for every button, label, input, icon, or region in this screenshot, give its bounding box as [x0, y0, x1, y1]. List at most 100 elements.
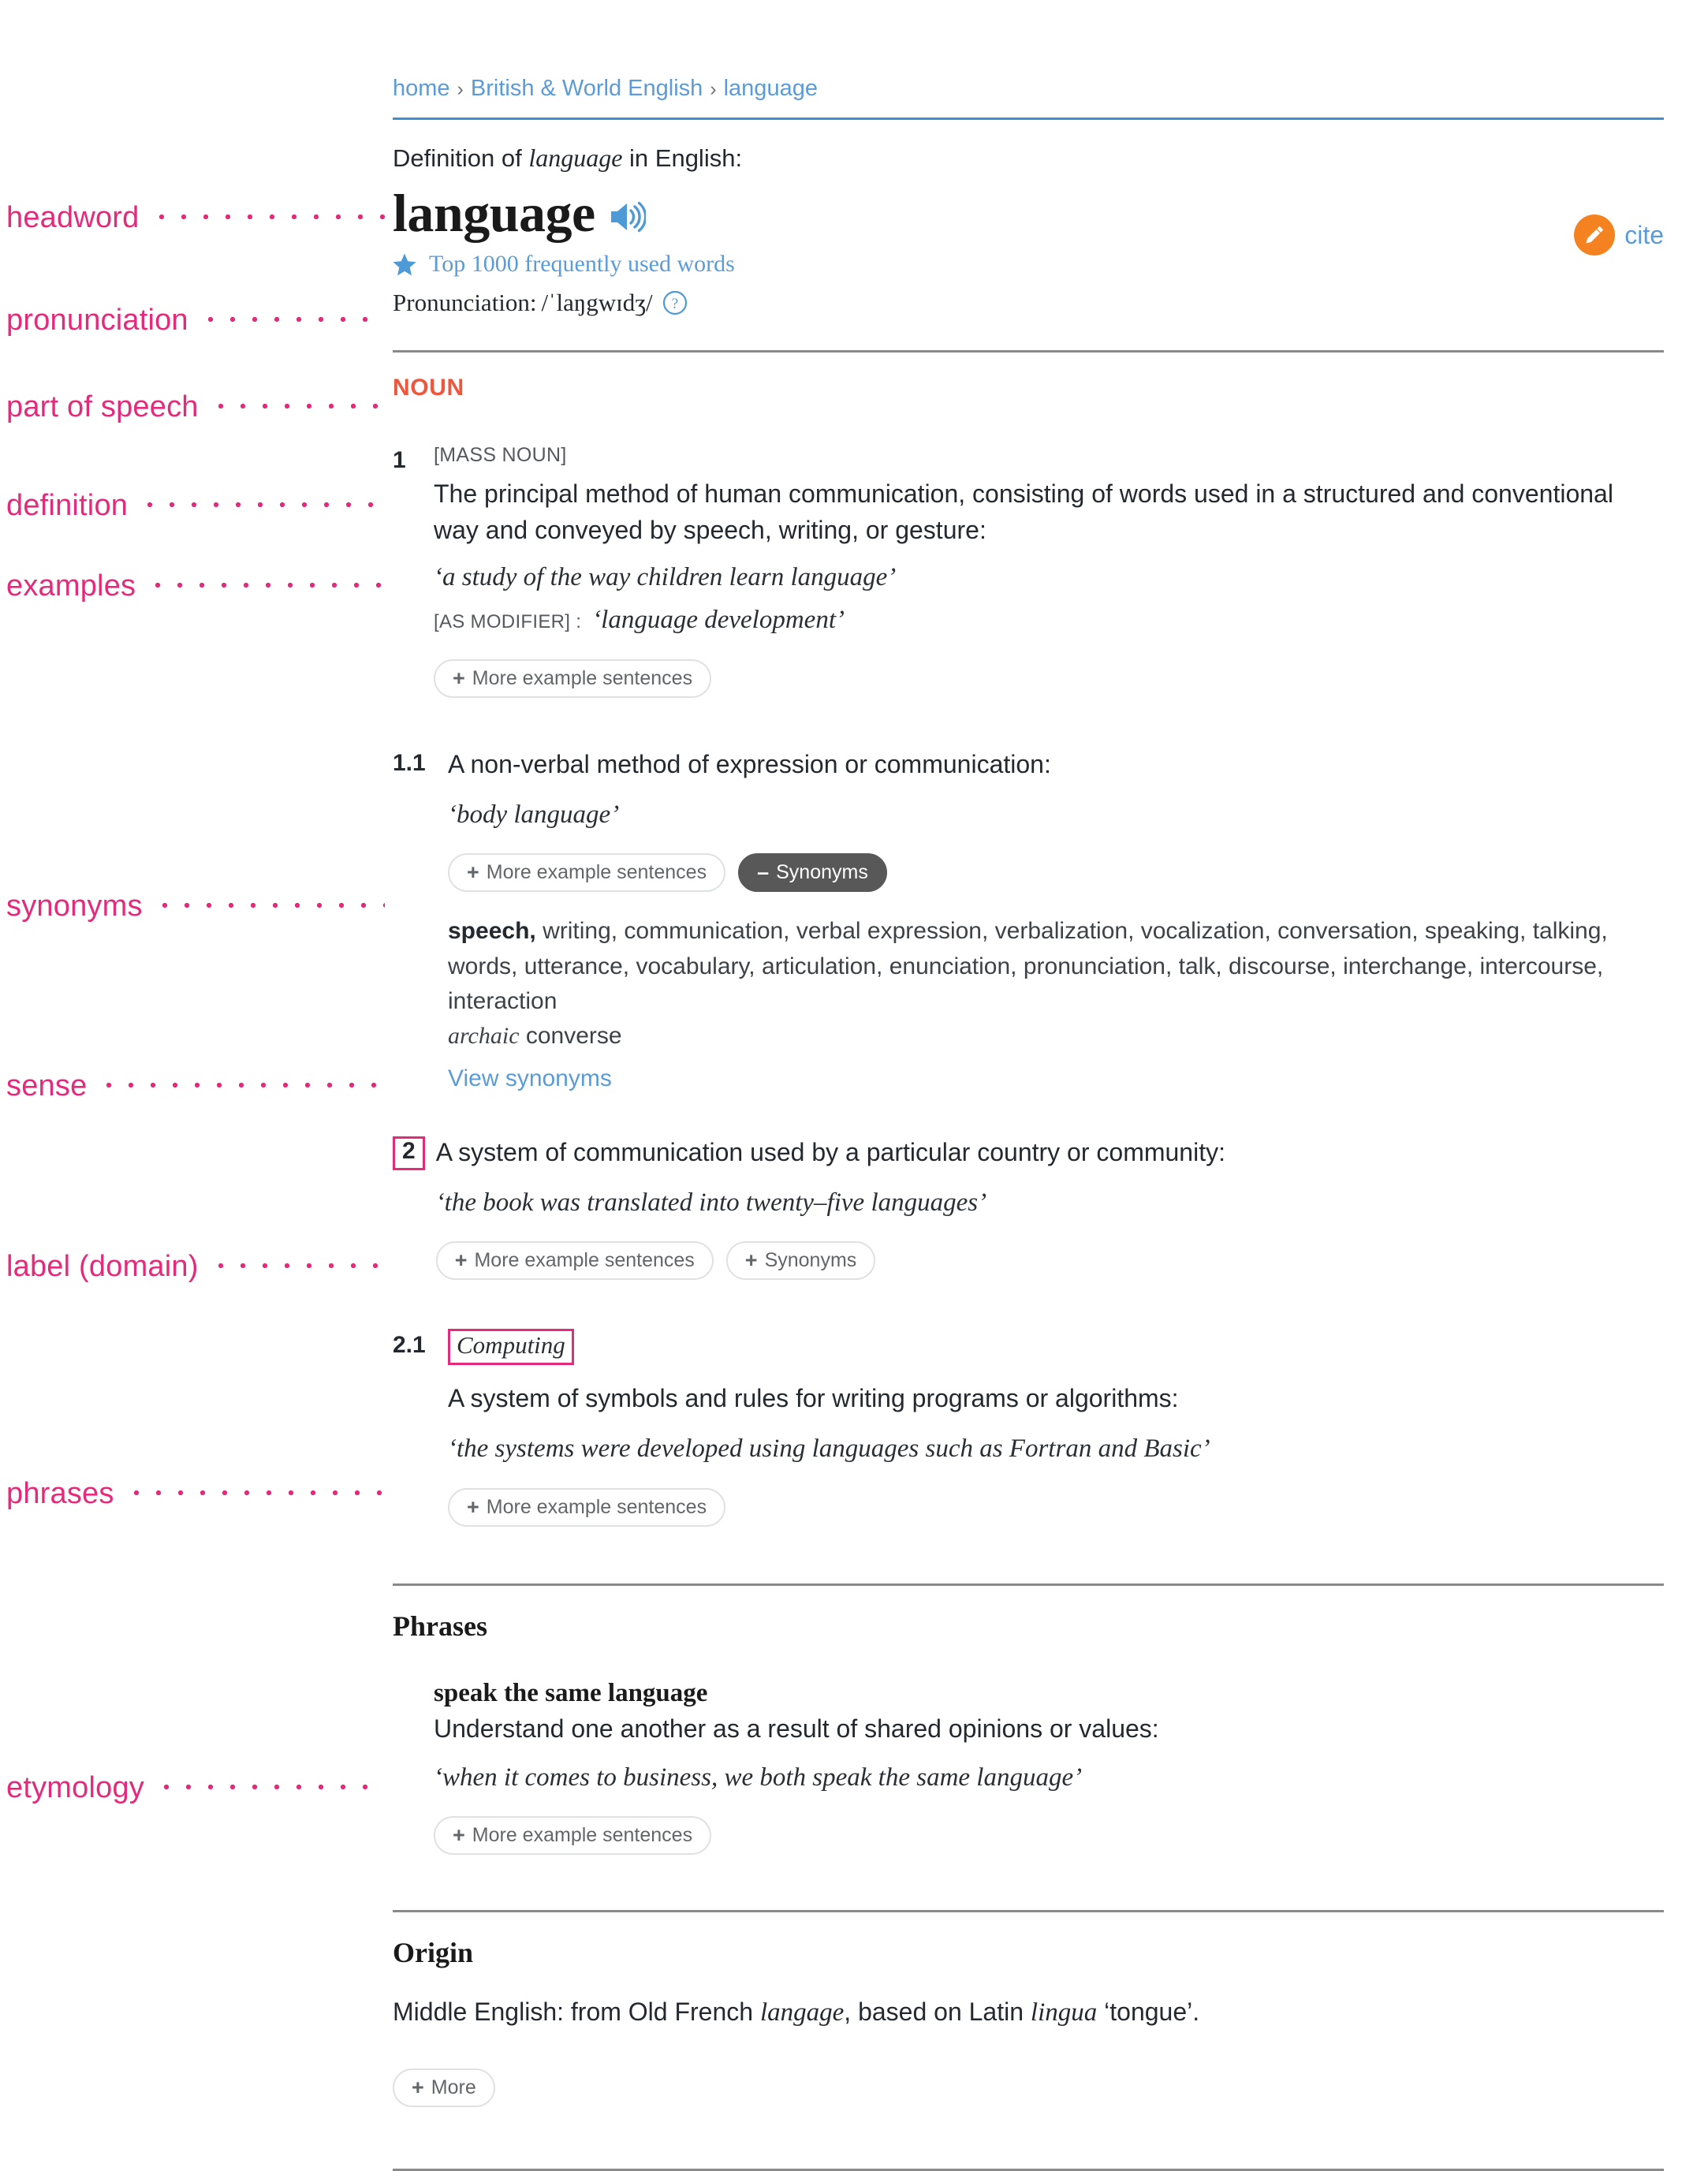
- sense-1-definition: The principal method of human communicat…: [434, 479, 1613, 544]
- sense-1: 1 [MASS NOUN] The principal method of hu…: [393, 444, 1664, 698]
- sense-1-1-number: 1.1: [393, 749, 426, 776]
- plus-icon: +: [412, 2076, 424, 2100]
- annotation-pronunciation-label: pronunciation: [6, 304, 188, 337]
- phrase-button-row: + More example sentences: [434, 1816, 1664, 1856]
- synonyms-label: Synonyms: [764, 1249, 857, 1272]
- sense-2: 2 A system of communication used by a pa…: [393, 1135, 1664, 1281]
- annotation-part-of-speech-label: part of speech: [6, 390, 199, 423]
- phrase-definition: Understand one another as a result of sh…: [434, 1714, 1159, 1743]
- sense-2-1-row: 2.1 Computing A system of symbols and ru…: [393, 1329, 1664, 1527]
- cite-control[interactable]: cite: [1574, 214, 1664, 256]
- sense-2-example-1: ‘the book was translated into twenty–fiv…: [435, 1188, 987, 1218]
- entry-content: home › British & World English › language De…: [393, 0, 1664, 2171]
- origin-heading: Origin: [393, 1937, 474, 1969]
- sense-1-modifier-example-row: [AS MODIFIER] : ‘language development’: [434, 602, 1664, 638]
- sense-2-button-row: + More example sentences + Synonyms: [435, 1241, 1664, 1281]
- leader-dots: [98, 1081, 385, 1089]
- svg-text:?: ?: [671, 296, 677, 312]
- dictionary-entry-page: headword pronunciation part of speech de…: [0, 0, 1708, 2171]
- more-button[interactable]: + More: [393, 2068, 495, 2108]
- annotation-etymology: etymology: [0, 1771, 393, 1805]
- breadcrumb: home › British & World English › language: [393, 77, 1664, 118]
- phrase-item: speak the same language Understand one a…: [434, 1679, 1664, 1856]
- star-icon: [393, 253, 416, 276]
- sense-1-1: 1.1 A non-verbal method of expression or…: [393, 747, 1664, 1092]
- more-example-sentences-button[interactable]: + More example sentences: [448, 853, 726, 893]
- annotation-sense-label: sense: [6, 1069, 88, 1102]
- view-synonyms-link[interactable]: View synonyms: [448, 1065, 612, 1092]
- sense-2-1-definition: A system of symbols and rules for writin…: [448, 1384, 1179, 1413]
- sense-1-modifier-example: ‘language development’: [592, 606, 845, 635]
- annotation-synonyms-label: synonyms: [6, 890, 143, 923]
- annotation-sense: sense: [0, 1069, 393, 1103]
- pronunciation-ipa: /ˈlaŋgwɪdʒ/: [541, 289, 653, 317]
- minus-icon: –: [757, 860, 770, 885]
- breadcrumb-separator: ›: [457, 78, 464, 100]
- synonyms-button[interactable]: + Synonyms: [725, 1241, 876, 1281]
- pronunciation-row: Pronunciation: /ˈlaŋgwɪdʒ/ ?: [393, 289, 1664, 317]
- phrases-divider: [393, 1583, 1664, 1586]
- sense-2-definition: A system of communication used by a part…: [435, 1137, 1225, 1166]
- annotation-gutter: headword pronunciation part of speech de…: [0, 0, 393, 2019]
- sense-2-1-domain-row: Computing: [448, 1329, 1664, 1366]
- plus-icon: +: [454, 1248, 468, 1273]
- leader-dots: [199, 315, 385, 323]
- plus-icon: +: [744, 1248, 758, 1273]
- speaker-icon[interactable]: [610, 201, 646, 233]
- phrase-example: ‘when it comes to business, we both spea…: [434, 1763, 1083, 1792]
- sense-2-1-number: 2.1: [393, 1332, 426, 1359]
- origin-text-part-1: Middle English: from Old French: [393, 1998, 760, 2027]
- breadcrumb-item-language[interactable]: language: [724, 76, 818, 101]
- more-example-sentences-button[interactable]: + More example sentences: [434, 1816, 712, 1856]
- sense-2-1: 2.1 Computing A system of symbols and ru…: [393, 1329, 1664, 1527]
- sense-2-number: 2: [393, 1136, 425, 1170]
- part-of-speech: NOUN: [393, 375, 464, 401]
- annotation-label-domain: label (domain): [0, 1250, 393, 1284]
- sense-1-example-1: ‘a study of the way children learn langu…: [434, 563, 897, 592]
- origin-text: Middle English: from Old French langage,…: [393, 1994, 1664, 2031]
- breadcrumb-item-british-world-english[interactable]: British & World English: [471, 76, 703, 101]
- synonyms-archaic-label: archaic: [448, 1023, 520, 1050]
- annotation-etymology-label: etymology: [6, 1771, 144, 1804]
- pronunciation-label: Pronunciation:: [393, 289, 537, 317]
- domain-label: Computing: [448, 1329, 574, 1366]
- synonyms-rest: writing, communication, verbal expressio…: [448, 918, 1608, 1015]
- sense-1-1-example-1: ‘body language’: [448, 800, 620, 830]
- annotation-headword-label: headword: [6, 201, 140, 234]
- annotation-definition-label: definition: [6, 489, 129, 522]
- sense-2-1-example-1: ‘the systems were developed using langua…: [448, 1434, 1210, 1464]
- more-example-sentences-button[interactable]: + More example sentences: [435, 1241, 714, 1281]
- breadcrumb-divider: [393, 118, 1664, 120]
- more-example-sentences-button[interactable]: + More example sentences: [448, 1487, 726, 1527]
- more-button-label: More: [431, 2076, 476, 2099]
- sense-1-modifier-tag: [AS MODIFIER] :: [434, 611, 582, 633]
- more-example-sentences-button[interactable]: + More example sentences: [434, 658, 712, 698]
- frequency-badge[interactable]: Top 1000 frequently used words: [393, 251, 1664, 278]
- pencil-icon: [1574, 214, 1616, 256]
- annotation-examples: examples: [0, 569, 393, 603]
- definition-of-line: Definition of language in English:: [393, 144, 1664, 173]
- annotation-headword: headword: [0, 201, 393, 235]
- sense-1-row: 1 [MASS NOUN] The principal method of hu…: [393, 444, 1664, 698]
- definition-of-prefix: Definition of: [393, 144, 529, 172]
- headword: language: [393, 183, 595, 243]
- leader-dots: [139, 501, 385, 509]
- question-mark-icon[interactable]: ?: [662, 290, 688, 315]
- more-example-sentences-label: More example sentences: [472, 1824, 693, 1847]
- origin-italic-langage: langage: [759, 1998, 845, 2027]
- annotation-phrases: phrases: [0, 1477, 393, 1511]
- phrase-name: speak the same language: [434, 1678, 708, 1707]
- more-example-sentences-label: More example sentences: [472, 666, 693, 689]
- annotation-examples-label: examples: [6, 569, 136, 602]
- origin-italic-lingua: lingua: [1030, 1998, 1098, 2027]
- synonyms-list: speech, writing, communication, verbal e…: [448, 914, 1664, 1054]
- synonyms-toggle-button[interactable]: – Synonyms: [738, 853, 887, 893]
- leader-dots: [153, 901, 385, 909]
- breadcrumb-item-home[interactable]: home: [393, 76, 450, 101]
- origin-button-row: + More: [393, 2068, 1664, 2108]
- more-example-sentences-label: More example sentences: [486, 861, 707, 884]
- leader-dots: [147, 581, 385, 589]
- sense-1-1-button-row: + More example sentences – Synonyms: [448, 853, 1664, 893]
- origin-text-part-3: ‘tongue’.: [1097, 1998, 1200, 2027]
- leader-dots: [209, 402, 385, 410]
